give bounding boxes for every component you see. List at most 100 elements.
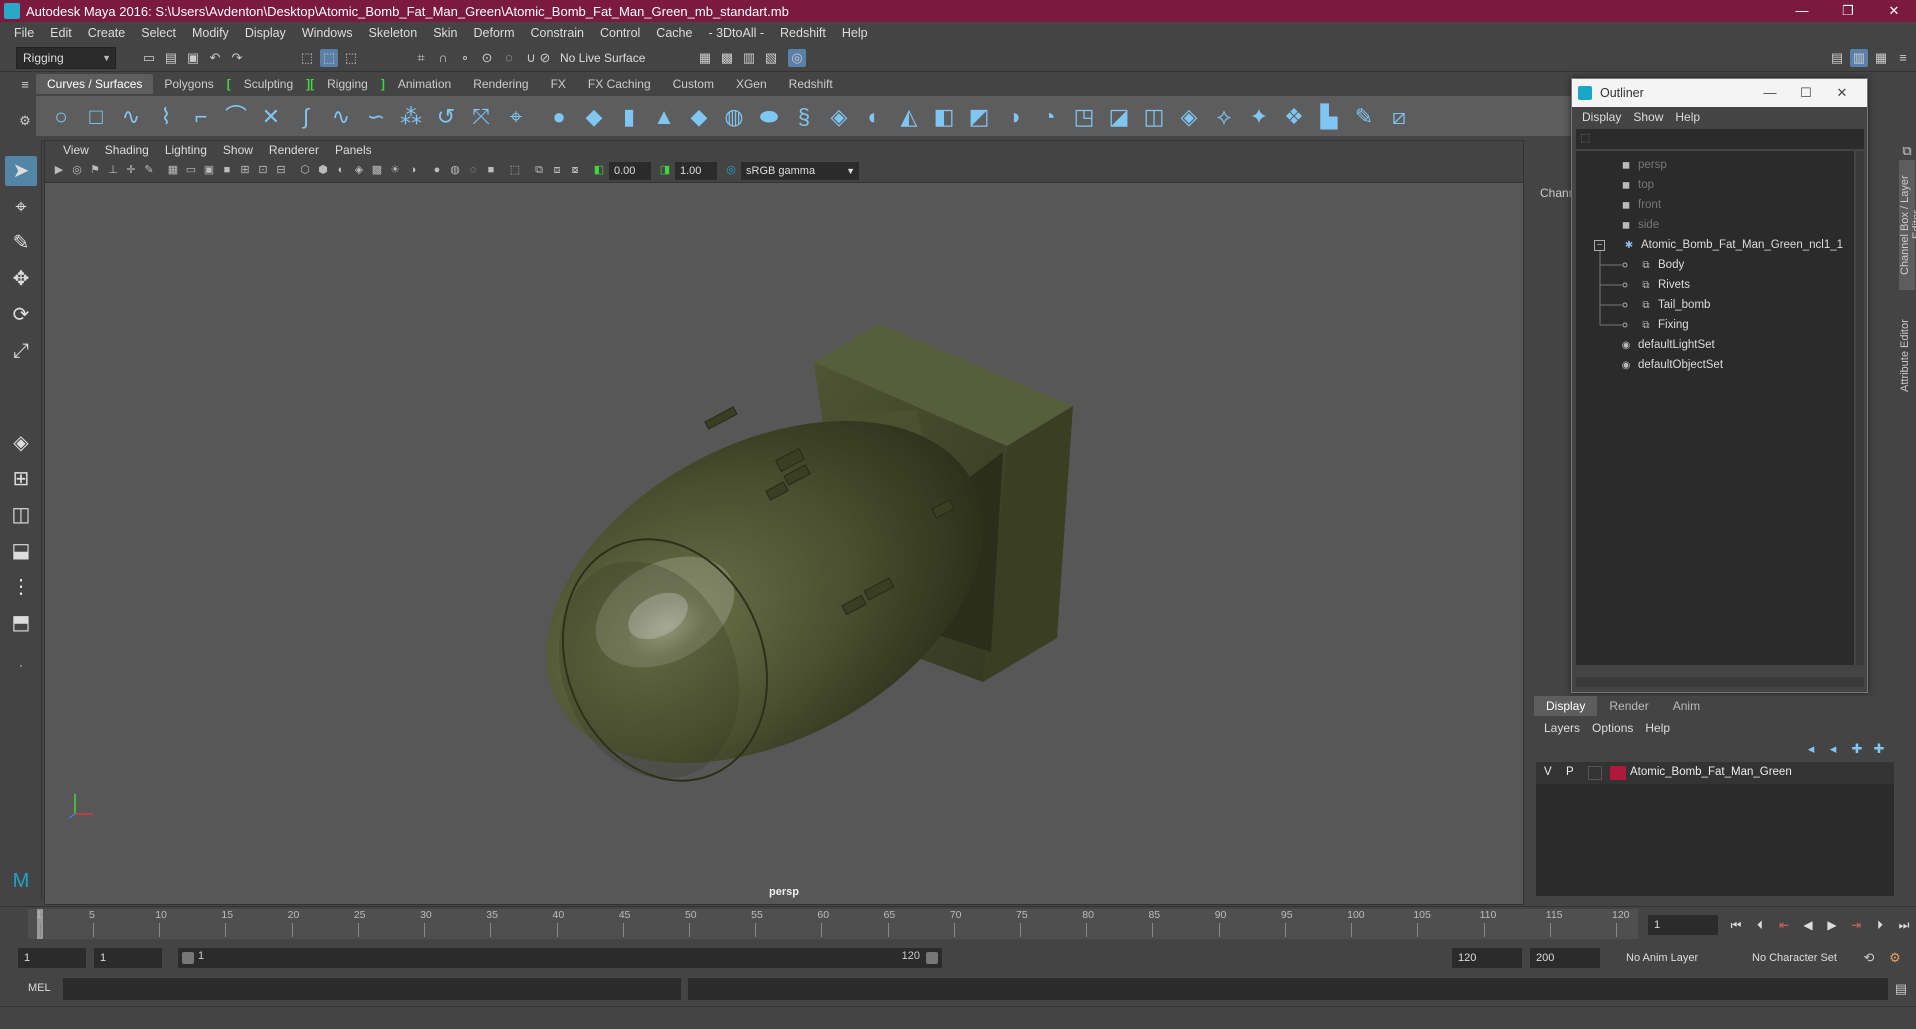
command-input[interactable] (63, 978, 681, 1000)
square-surface-icon[interactable]: ◩ (966, 104, 992, 130)
hypershade-icon[interactable]: ◎ (788, 49, 806, 67)
shadows-icon[interactable]: ◑ (405, 162, 421, 178)
rotate-tool-icon[interactable]: ⟳ (5, 300, 37, 330)
viewport-canvas[interactable] (45, 184, 1523, 904)
motion-blur-icon[interactable]: ◍ (447, 162, 463, 178)
menu-skeleton[interactable]: Skeleton (361, 26, 426, 40)
camera-select-icon[interactable]: ▶ (51, 162, 67, 178)
paint-select-icon[interactable]: ✎ (5, 228, 37, 258)
nurbs-cylinder-icon[interactable]: ▮ (616, 104, 642, 130)
animation-start-field[interactable]: 1 (18, 948, 86, 968)
preferences-icon[interactable]: ⚙ (1886, 949, 1904, 967)
tab-rendering[interactable]: Rendering (462, 74, 539, 94)
script-editor-icon[interactable]: ▤ (1892, 980, 1910, 998)
vp-menu-show[interactable]: Show (215, 141, 261, 159)
outliner-menu-display[interactable]: Display (1576, 107, 1627, 127)
ep-curve-icon[interactable]: ⌇ (153, 104, 179, 130)
vp-menu-lighting[interactable]: Lighting (157, 141, 215, 159)
exposure-icon[interactable]: ◧ (591, 162, 607, 178)
anti-aliasing-icon[interactable]: ◌ (465, 162, 481, 178)
select-hierarchy-icon[interactable]: ⬚ (298, 49, 316, 67)
select-component-icon[interactable]: ⬚ (342, 49, 360, 67)
default-material-icon[interactable]: ◐ (333, 162, 349, 178)
offset-curve-icon[interactable]: ⤧ (468, 104, 494, 130)
menu-file[interactable]: File (6, 26, 42, 40)
character-set-dropdown[interactable]: No Character Set (1746, 948, 1876, 968)
smooth-shade-icon[interactable]: ⬢ (315, 162, 331, 178)
outliner-maximize-button[interactable]: ☐ (1788, 79, 1824, 107)
save-scene-icon[interactable]: ▣ (184, 49, 202, 67)
outliner-menu-help[interactable]: Help (1669, 107, 1706, 127)
modeling-toolkit-icon[interactable]: ▦ (1872, 49, 1890, 67)
side-by-side-icon[interactable]: ◫ (5, 500, 37, 530)
render-frame-icon[interactable]: ▩ (718, 49, 736, 67)
play-forwards-icon[interactable]: ▶ (1822, 915, 1842, 935)
revolve-icon[interactable]: ⬬ (756, 104, 782, 130)
open-scene-icon[interactable]: ▤ (162, 49, 180, 67)
shelf-settings-icon[interactable]: ⚙ (16, 112, 34, 130)
persp-graph-icon[interactable]: ⬓ (5, 536, 37, 566)
planar-icon[interactable]: ◈ (826, 104, 852, 130)
playback-start-field[interactable]: 1 (94, 948, 162, 968)
layer-row[interactable]: V P Atomic_Bomb_Fat_Man_Green (1536, 762, 1894, 784)
2d-pan-icon[interactable]: ✛ (123, 162, 139, 178)
nurbs-torus-icon[interactable]: ◍ (721, 104, 747, 130)
menu-help[interactable]: Help (834, 26, 876, 40)
tab-fx[interactable]: FX (540, 74, 577, 94)
new-layer-selected-icon[interactable]: ✚ (1870, 740, 1888, 758)
layer-menu-options[interactable]: Options (1586, 718, 1639, 738)
tab-anim[interactable]: Anim (1661, 696, 1712, 716)
nurbs-plane-icon[interactable]: ◆ (686, 104, 712, 130)
go-to-end-icon[interactable]: ⏭ (1894, 915, 1914, 935)
menu-skin[interactable]: Skin (425, 26, 465, 40)
bezier-icon[interactable]: ∽ (363, 104, 389, 130)
tab-xgen[interactable]: XGen (725, 74, 778, 94)
vp-menu-view[interactable]: View (55, 141, 97, 159)
sculpt-icon[interactable]: ✦ (1246, 104, 1272, 130)
go-to-start-icon[interactable]: ⏮ (1726, 915, 1746, 935)
tab-display[interactable]: Display (1534, 696, 1598, 716)
play-backwards-icon[interactable]: ◀ (1798, 915, 1818, 935)
menu-3dtoall[interactable]: - 3DtoAll - (700, 26, 772, 40)
exposure-field[interactable]: 0.00 (609, 162, 651, 180)
close-button[interactable]: ✕ (1872, 0, 1916, 22)
new-layer-icon[interactable]: ✚ (1848, 740, 1866, 758)
range-slider[interactable]: 1 120 (178, 948, 942, 968)
select-tool-icon[interactable]: ➤ (5, 156, 37, 186)
ipr-render-icon[interactable]: ▥ (740, 49, 758, 67)
tab-rigging[interactable]: Rigging (316, 74, 379, 94)
xray-components-icon[interactable]: ⧇ (567, 162, 583, 178)
tab-channel-box-layer-editor[interactable]: Channel Box / Layer Editor (1899, 160, 1916, 290)
tab-attribute-editor[interactable]: Attribute Editor (1899, 306, 1915, 406)
menu-cache[interactable]: Cache (648, 26, 700, 40)
menu-deform[interactable]: Deform (466, 26, 523, 40)
render-view-icon[interactable]: ▦ (696, 49, 714, 67)
menu-windows[interactable]: Windows (294, 26, 361, 40)
lights-icon[interactable]: ☀ (387, 162, 403, 178)
cv-curve-icon[interactable]: ∿ (118, 104, 144, 130)
live-surface-icon[interactable]: ⊘ (536, 49, 554, 67)
wireframe-icon[interactable]: ⬡ (297, 162, 313, 178)
minimize-button[interactable]: — (1780, 0, 1824, 22)
isolate-select-icon[interactable]: ⬚ (507, 162, 523, 178)
nurbs-square-icon[interactable]: □ (83, 104, 109, 130)
menu-select[interactable]: Select (133, 26, 184, 40)
outliner-minimize-button[interactable]: — (1752, 79, 1788, 107)
untrim-icon[interactable]: ◳ (1071, 104, 1097, 130)
range-end-handle[interactable] (926, 952, 938, 964)
gamma-icon[interactable]: ◨ (657, 162, 673, 178)
attach-curves-icon[interactable]: ✕ (258, 104, 284, 130)
menu-control[interactable]: Control (592, 26, 648, 40)
surface-edit-icon[interactable]: ❖ (1281, 104, 1307, 130)
color-management-icon[interactable]: ◎ (723, 162, 739, 178)
tab-animation[interactable]: Animation (387, 74, 462, 94)
birail-icon[interactable]: ◭ (896, 104, 922, 130)
vp-menu-renderer[interactable]: Renderer (261, 141, 327, 159)
layout-menu-icon[interactable]: · (5, 650, 37, 680)
reverse-curve-icon[interactable]: ↺ (433, 104, 459, 130)
range-start-handle[interactable] (182, 952, 194, 964)
toggle-panel-icon[interactable]: ▥ (1850, 49, 1868, 67)
auto-key-icon[interactable]: ⟲ (1860, 949, 1878, 967)
outliner-search-input[interactable]: ⬚ (1576, 129, 1864, 149)
shelf-menu-icon[interactable]: ≡ (16, 76, 34, 94)
